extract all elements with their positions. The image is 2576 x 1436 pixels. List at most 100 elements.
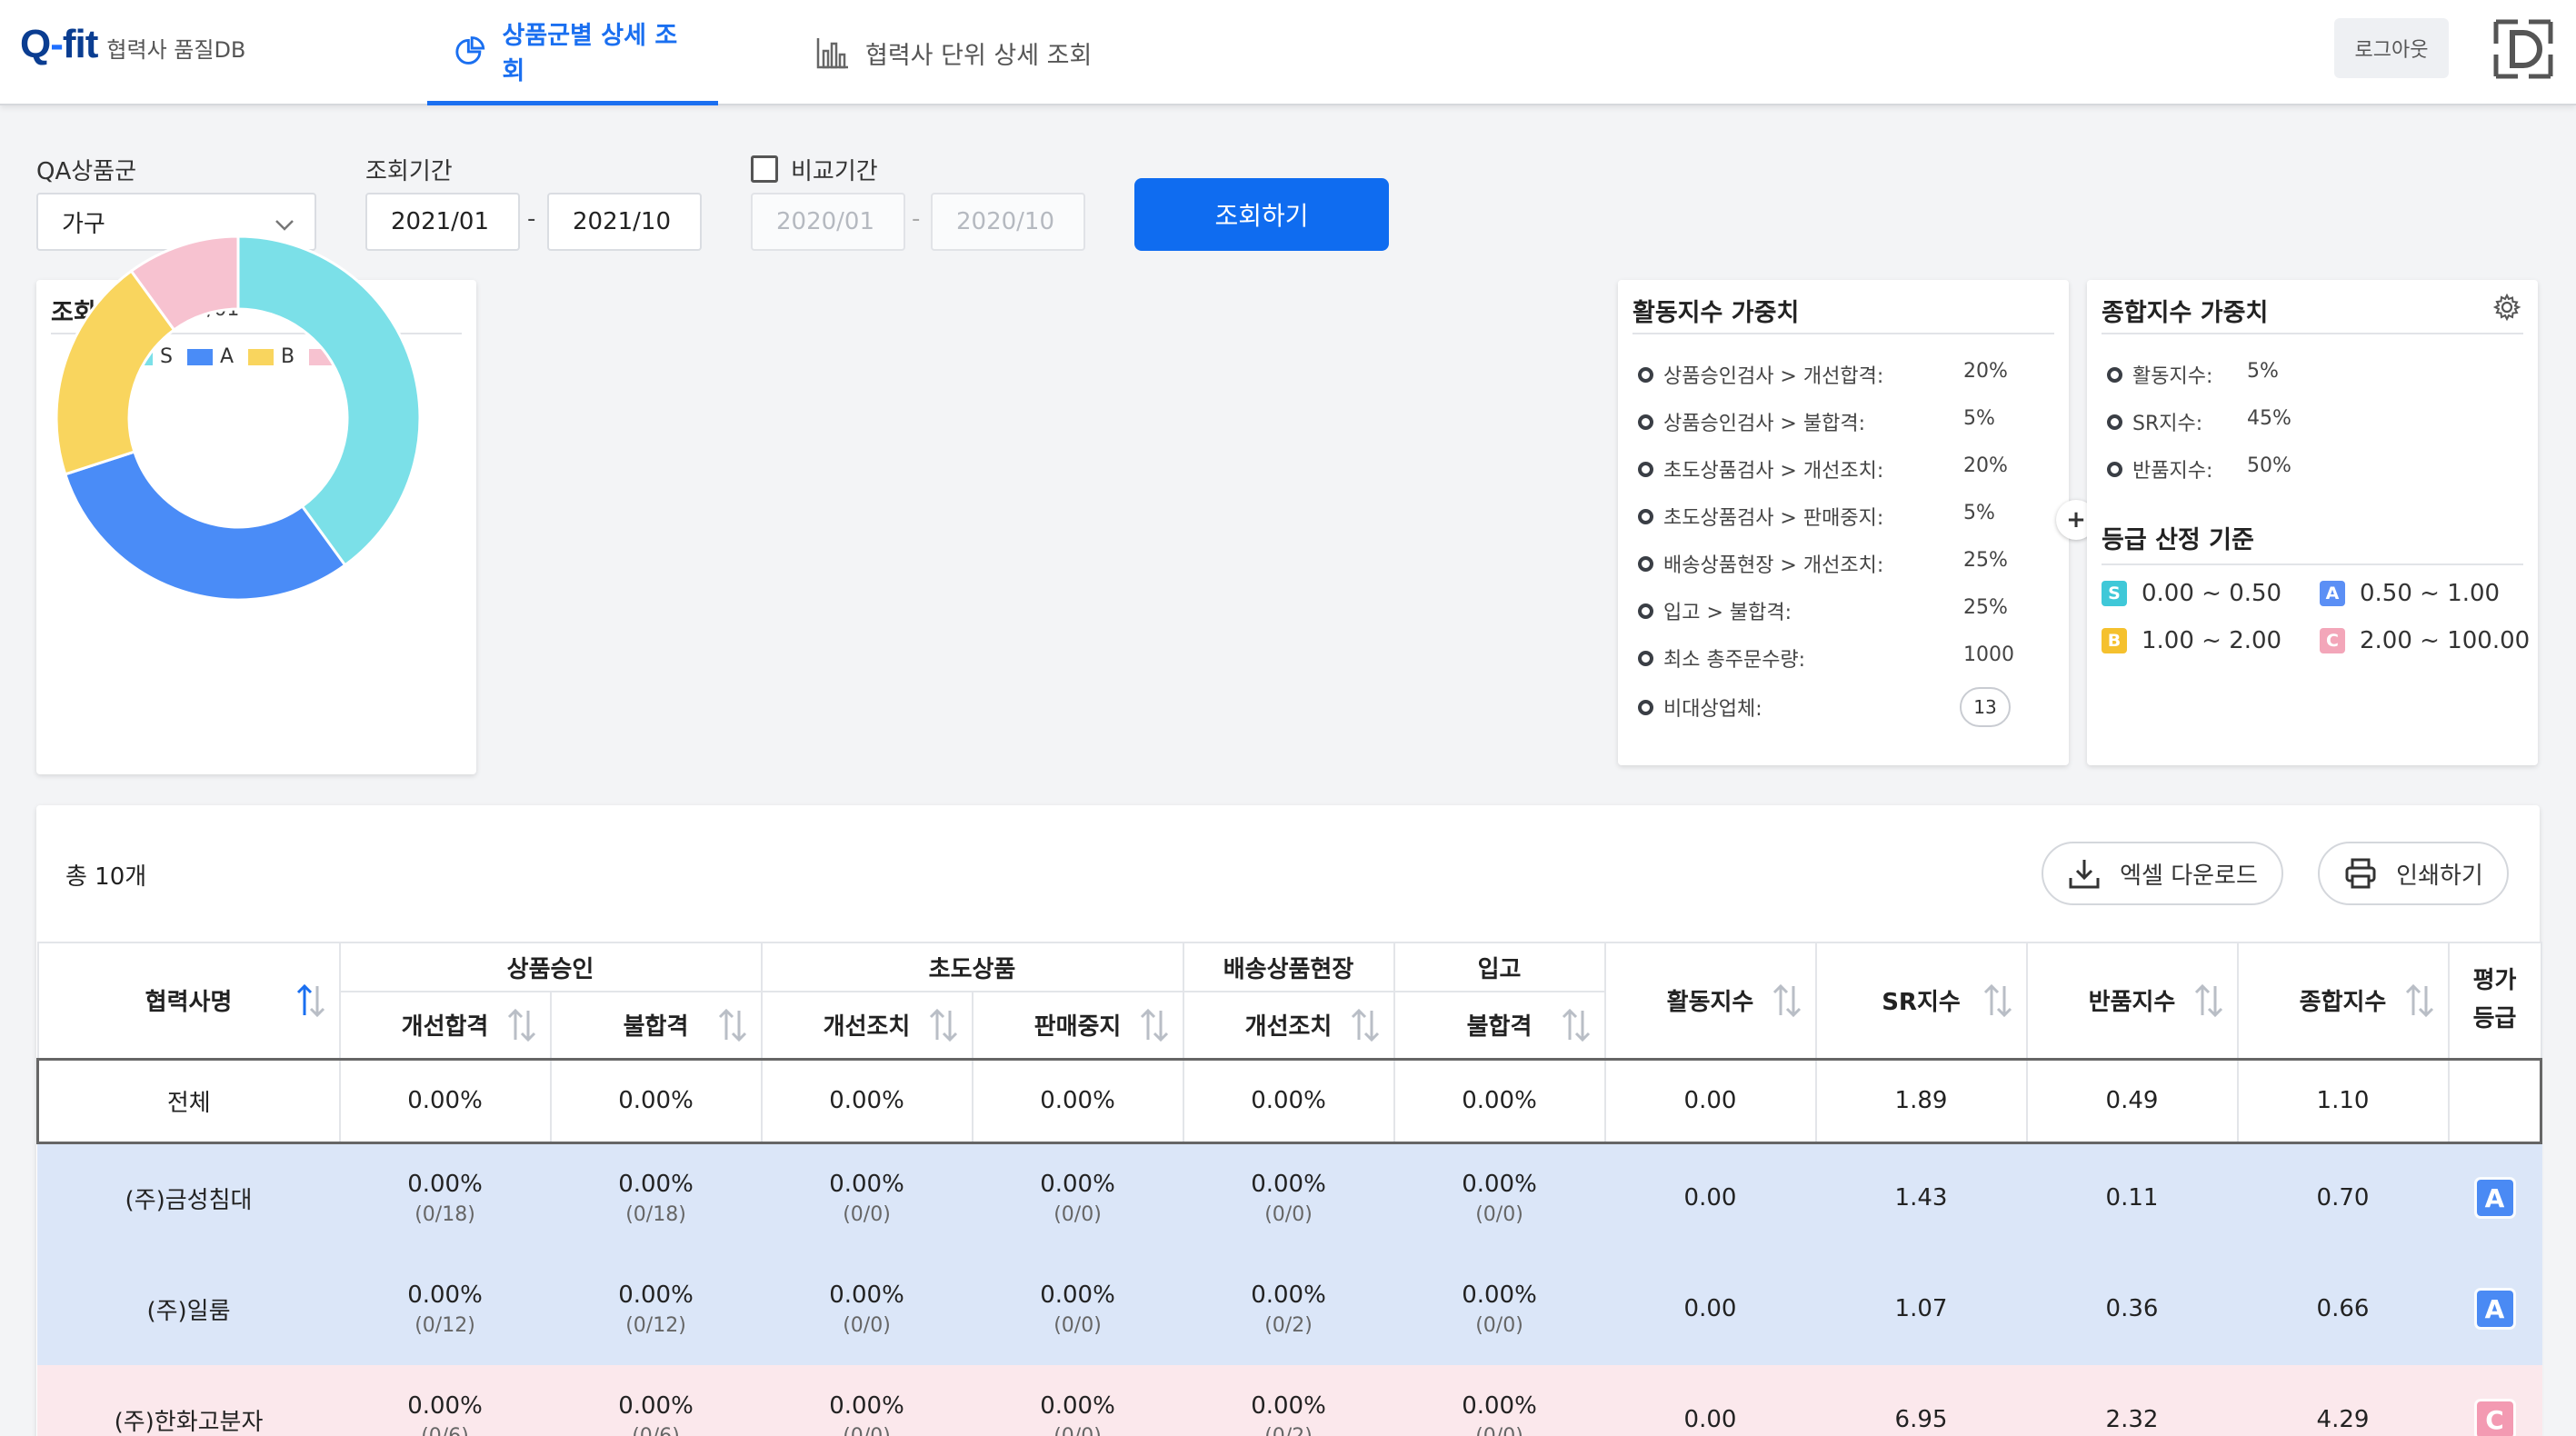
weight-label: 초도상품검사 > 판매중지: xyxy=(1663,507,1884,530)
compare-checkbox[interactable] xyxy=(751,155,778,183)
sr-cell: 1.07 xyxy=(1814,1252,2028,1365)
search-button[interactable]: 조회하기 xyxy=(1134,178,1389,251)
gear-icon[interactable] xyxy=(2492,293,2521,322)
th-fail-label: 불합격 xyxy=(623,1013,689,1042)
table-row[interactable]: (주)금성침대 0.00% (0/18) 0.00% (0/18) 0.00% (0/0) 0… xyxy=(36,1142,2542,1254)
excluded-label: 비대상업체: xyxy=(1663,698,1762,721)
weight-label: SR지수: xyxy=(2132,413,2203,435)
download-icon xyxy=(2069,860,2100,889)
rate-percent: 0.00% xyxy=(618,1281,694,1309)
rate-cell: 0.00% (0/0) xyxy=(1393,1142,1606,1254)
grade-criteria-a: A 0.50 ~ 1.00 xyxy=(2320,580,2500,607)
excel-download-label: 엑셀 다운로드 xyxy=(2120,862,2258,890)
rate-percent: 0.00% xyxy=(1040,1281,1115,1309)
donut-slice-s[interactable] xyxy=(236,234,422,567)
brand[interactable]: Q-fit 협력사 품질DB xyxy=(20,22,245,67)
th-partner[interactable]: 협력사명 xyxy=(36,942,341,1060)
th-group-delivery: 배송상품현장 xyxy=(1182,942,1395,992)
grade-badge: A xyxy=(2473,1288,2516,1330)
sort-asc-icon[interactable] xyxy=(294,982,328,1019)
compare-from-input[interactable]: 2020/01 xyxy=(751,193,905,251)
th-grade-line2: 등급 xyxy=(2472,1004,2517,1032)
th-improve-pass[interactable]: 개선합격 xyxy=(338,991,552,1060)
rate-fraction: (0/18) xyxy=(414,1202,475,1226)
weight-value: 1000 xyxy=(1963,643,2014,666)
logout-button[interactable]: 로그아웃 xyxy=(2334,18,2449,78)
rate-cell: 0.00% (0/18) xyxy=(549,1142,763,1254)
weight-label: 상품승인검사 > 불합격: xyxy=(1663,413,1865,435)
sort-icon[interactable] xyxy=(1981,982,2015,1019)
sort-icon[interactable] xyxy=(2192,982,2226,1019)
tab-product-group-detail[interactable]: 상품군별 상세 조회 xyxy=(427,0,718,105)
sort-icon[interactable] xyxy=(1348,1007,1383,1043)
rate-percent: 0.00% xyxy=(1040,1391,1115,1420)
rate-cell: 0.00% (0/0) xyxy=(760,1252,973,1365)
sort-icon[interactable] xyxy=(1770,982,1804,1019)
weight-label: 활동지수: xyxy=(2132,365,2213,388)
rate-percent: 0.00% xyxy=(1251,1281,1326,1309)
partner-name-cell: 전체 xyxy=(36,1057,341,1144)
th-sr[interactable]: SR지수 xyxy=(1814,942,2028,1060)
grade-badge: A xyxy=(2473,1177,2516,1220)
grade-divider xyxy=(2102,563,2523,565)
th-inbound-fail-label: 불합격 xyxy=(1466,1013,1533,1042)
grade-cell: A xyxy=(2447,1252,2542,1365)
sort-icon[interactable] xyxy=(504,1007,539,1043)
th-sales-stop[interactable]: 판매중지 xyxy=(971,991,1184,1060)
th-composite[interactable]: 종합지수 xyxy=(2236,942,2450,1060)
composite-cell: 0.70 xyxy=(2236,1142,2450,1254)
bullet-icon xyxy=(1638,556,1653,572)
tab-partner-detail[interactable]: 협력사 단위 상세 조회 xyxy=(789,0,1117,105)
grade-criteria-b: B 1.00 ~ 2.00 xyxy=(2102,627,2281,654)
rate-fraction: (0/18) xyxy=(625,1202,686,1226)
rate-fraction: (0/6) xyxy=(632,1424,680,1436)
activity-cell: 0.00 xyxy=(1603,1363,1817,1436)
sort-icon[interactable] xyxy=(1137,1007,1172,1043)
brand-logo: Q-fit xyxy=(20,22,98,66)
th-return[interactable]: 반품지수 xyxy=(2025,942,2239,1060)
th-activity[interactable]: 활동지수 xyxy=(1603,942,1817,1060)
rate-percent: 0.00% xyxy=(1251,1170,1326,1198)
sr-cell: 6.95 xyxy=(1814,1363,2028,1436)
rate-fraction: (0/0) xyxy=(843,1202,891,1226)
rate-cell: 0.00% (0/6) xyxy=(338,1363,552,1436)
table-row[interactable]: (주)한화고분자 0.00% (0/6) 0.00% (0/6) 0.00% (0/0) 0.… xyxy=(36,1363,2542,1436)
bullet-icon xyxy=(2107,414,2122,430)
weight-value: 5% xyxy=(1963,502,1995,524)
excluded-count-badge[interactable]: 13 xyxy=(1960,687,2011,727)
excel-download-button[interactable]: 엑셀 다운로드 xyxy=(2042,842,2283,905)
th-improve-action[interactable]: 개선조치 xyxy=(760,991,973,1060)
weight-label: 최소 총주문수량: xyxy=(1663,649,1806,672)
print-button[interactable]: 인쇄하기 xyxy=(2318,842,2509,905)
rate-cell: 0.00% (0/2) xyxy=(1182,1363,1395,1436)
weight-label: 반품지수: xyxy=(2132,460,2213,483)
rate-percent: 0.00% xyxy=(829,1281,904,1309)
d-logo-icon[interactable] xyxy=(2491,16,2556,82)
sort-icon[interactable] xyxy=(1559,1007,1593,1043)
return-cell: 2.32 xyxy=(2025,1363,2239,1436)
grade-range: 2.00 ~ 100.00 xyxy=(2360,627,2531,654)
table-row[interactable]: (주)일룸 0.00% (0/12) 0.00% (0/12) 0.00% (0/0) 0.0… xyxy=(36,1252,2542,1365)
rate-cell: 0.00% (0/2) xyxy=(1182,1252,1395,1365)
product-group-label: QA상품군 xyxy=(36,158,137,185)
compare-to-input[interactable]: 2020/10 xyxy=(931,193,1085,251)
donut-slice-a[interactable] xyxy=(63,450,347,602)
table-total-row[interactable]: 전체 0.00% 0.00% 0.00% 0.00% 0.00% 0.00% 0.00 1.89… xyxy=(36,1057,2542,1144)
weight-label: 배송상품현장 > 개선조치: xyxy=(1663,554,1884,577)
rate-percent: 0.00% xyxy=(407,1391,483,1420)
sort-icon[interactable] xyxy=(715,1007,750,1043)
tab-label: 상품군별 상세 조회 xyxy=(502,21,678,85)
sort-icon[interactable] xyxy=(2402,982,2437,1019)
th-fail[interactable]: 불합격 xyxy=(549,991,763,1060)
th-composite-label: 종합지수 xyxy=(2299,989,2387,1017)
return-cell: 0.11 xyxy=(2025,1142,2239,1254)
bar-chart-icon xyxy=(816,38,848,69)
th-delivery-action[interactable]: 개선조치 xyxy=(1182,991,1395,1060)
grade-range: 0.50 ~ 1.00 xyxy=(2360,580,2501,607)
weight-value: 25% xyxy=(1963,596,2008,619)
th-inbound-fail[interactable]: 불합격 xyxy=(1393,991,1606,1060)
period-to-input[interactable]: 2021/10 xyxy=(547,193,702,251)
grade-criteria-c: C 2.00 ~ 100.00 xyxy=(2320,627,2530,654)
sort-icon[interactable] xyxy=(926,1007,961,1043)
weight-value: 25% xyxy=(1963,549,2008,572)
